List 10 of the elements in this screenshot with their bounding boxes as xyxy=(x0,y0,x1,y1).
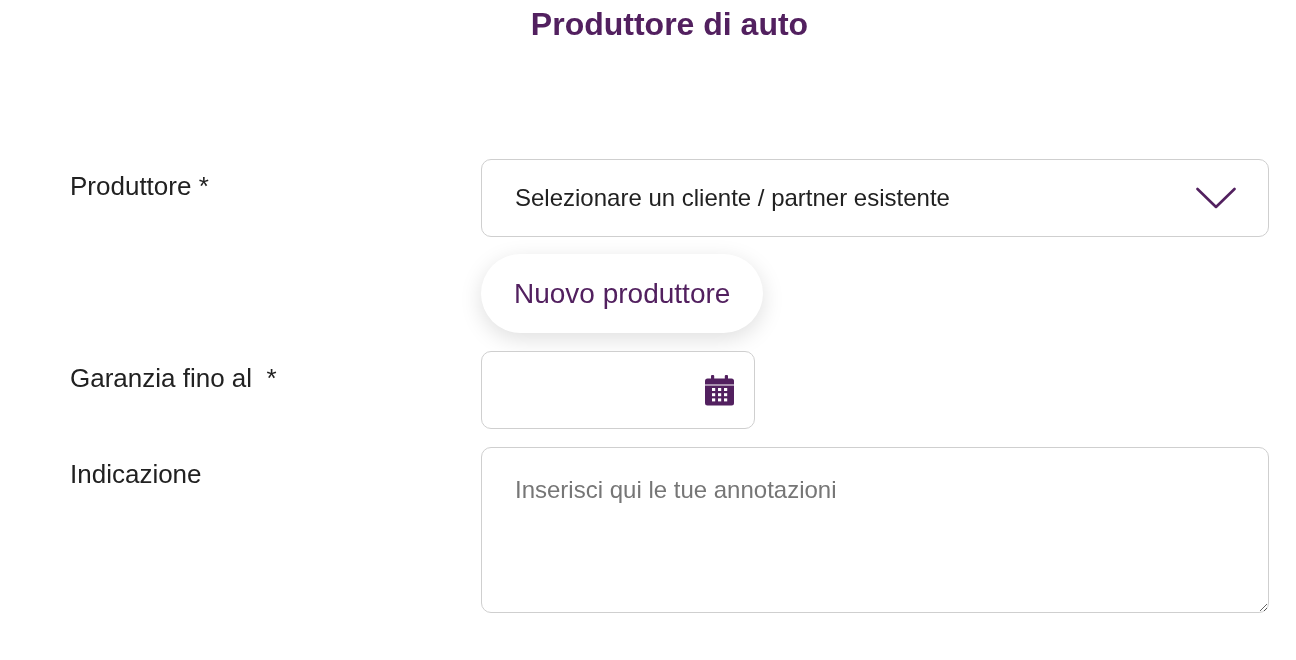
field-label: Indicazione xyxy=(70,459,202,489)
new-producer-button[interactable]: Nuovo produttore xyxy=(481,254,764,333)
chevron-down-icon xyxy=(1196,187,1236,209)
notes-field[interactable]: Inserisci qui le tue annotazioni xyxy=(481,447,1269,613)
producer-select[interactable]: Selezionare un cliente / partner esistente xyxy=(481,159,1269,237)
field-label: Garanzia fino al * xyxy=(70,363,277,393)
calendar-icon xyxy=(704,374,735,406)
field-label: Produttore * xyxy=(70,171,209,201)
page-title: Produttore di auto xyxy=(529,5,810,44)
date-field[interactable] xyxy=(481,351,755,429)
